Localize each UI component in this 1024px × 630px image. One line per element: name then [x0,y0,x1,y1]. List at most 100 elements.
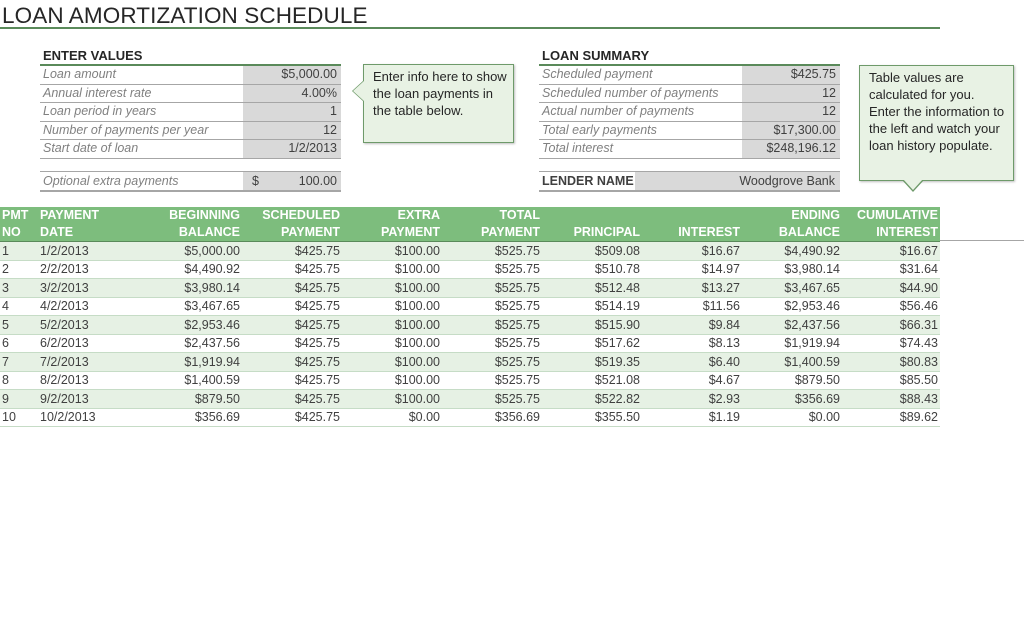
cell-total-payment[interactable]: $356.69 [442,408,542,427]
loan-amount-input[interactable]: $5,000.00 [243,66,341,84]
cell-principal[interactable]: $522.82 [542,389,642,409]
cell-payment-date[interactable]: 10/2/2013 [38,408,118,427]
col-header-interest[interactable]: INTEREST [642,207,742,242]
cell-beginning-balance[interactable]: $5,000.00 [118,241,242,261]
cell-scheduled-payment[interactable]: $425.75 [242,352,342,372]
cell-pmt-no[interactable]: 8 [0,371,38,390]
cell-interest[interactable]: $13.27 [642,278,742,298]
cell-total-payment[interactable]: $525.75 [442,315,542,335]
cell-total-payment[interactable]: $525.75 [442,352,542,372]
cell-interest[interactable]: $4.67 [642,371,742,390]
cell-pmt-no[interactable]: 3 [0,278,38,298]
cell-cumulative-interest[interactable]: $88.43 [842,389,940,409]
cell-ending-balance[interactable]: $2,437.56 [742,315,842,335]
col-header-cumulative-interest[interactable]: CUMULATIVE INTEREST [842,207,940,242]
cell-beginning-balance[interactable]: $879.50 [118,389,242,409]
cell-payment-date[interactable]: 2/2/2013 [38,260,118,279]
cell-extra-payment[interactable]: $0.00 [342,408,442,427]
cell-principal[interactable]: $521.08 [542,371,642,390]
cell-extra-payment[interactable]: $100.00 [342,278,442,298]
cell-beginning-balance[interactable]: $1,400.59 [118,371,242,390]
cell-extra-payment[interactable]: $100.00 [342,389,442,409]
col-header-extra-payment[interactable]: EXTRA PAYMENT [342,207,442,242]
cell-principal[interactable]: $512.48 [542,278,642,298]
cell-extra-payment[interactable]: $100.00 [342,241,442,261]
cell-principal[interactable]: $515.90 [542,315,642,335]
cell-ending-balance[interactable]: $1,400.59 [742,352,842,372]
cell-scheduled-payment[interactable]: $425.75 [242,371,342,390]
cell-scheduled-payment[interactable]: $425.75 [242,389,342,409]
col-header-pmt-no[interactable]: PMT NO [0,207,38,242]
cell-scheduled-payment[interactable]: $425.75 [242,260,342,279]
cell-interest[interactable]: $14.97 [642,260,742,279]
cell-ending-balance[interactable]: $3,980.14 [742,260,842,279]
cell-total-payment[interactable]: $525.75 [442,278,542,298]
cell-beginning-balance[interactable]: $3,467.65 [118,297,242,316]
cell-interest[interactable]: $1.19 [642,408,742,427]
cell-total-payment[interactable]: $525.75 [442,389,542,409]
cell-pmt-no[interactable]: 1 [0,241,38,261]
cell-interest[interactable]: $16.67 [642,241,742,261]
cell-interest[interactable]: $11.56 [642,297,742,316]
cell-cumulative-interest[interactable]: $80.83 [842,352,940,372]
col-header-payment-date[interactable]: PAYMENT DATE [38,207,118,242]
cell-payment-date[interactable]: 3/2/2013 [38,278,118,298]
col-header-principal[interactable]: PRINCIPAL [542,207,642,242]
cell-principal[interactable]: $509.08 [542,241,642,261]
cell-pmt-no[interactable]: 5 [0,315,38,335]
cell-ending-balance[interactable]: $4,490.92 [742,241,842,261]
cell-payment-date[interactable]: 6/2/2013 [38,334,118,353]
cell-interest[interactable]: $2.93 [642,389,742,409]
cell-payment-date[interactable]: 7/2/2013 [38,352,118,372]
col-header-beginning-balance[interactable]: BEGINNING BALANCE [118,207,242,242]
cell-total-payment[interactable]: $525.75 [442,241,542,261]
cell-beginning-balance[interactable]: $2,953.46 [118,315,242,335]
cell-scheduled-payment[interactable]: $425.75 [242,334,342,353]
cell-beginning-balance[interactable]: $2,437.56 [118,334,242,353]
cell-cumulative-interest[interactable]: $56.46 [842,297,940,316]
cell-extra-payment[interactable]: $100.00 [342,352,442,372]
col-header-total-payment[interactable]: TOTAL PAYMENT [442,207,542,242]
cell-scheduled-payment[interactable]: $425.75 [242,241,342,261]
lender-name-input[interactable]: Woodgrove Bank [635,172,840,190]
cell-principal[interactable]: $519.35 [542,352,642,372]
cell-beginning-balance[interactable]: $356.69 [118,408,242,427]
cell-ending-balance[interactable]: $3,467.65 [742,278,842,298]
cell-extra-payment[interactable]: $100.00 [342,315,442,335]
col-header-scheduled-payment[interactable]: SCHEDULED PAYMENT [242,207,342,242]
cell-pmt-no[interactable]: 2 [0,260,38,279]
start-date-input[interactable]: 1/2/2013 [243,140,341,158]
cell-ending-balance[interactable]: $0.00 [742,408,842,427]
cell-total-payment[interactable]: $525.75 [442,334,542,353]
cell-pmt-no[interactable]: 10 [0,408,38,427]
cell-payment-date[interactable]: 8/2/2013 [38,371,118,390]
cell-ending-balance[interactable]: $1,919.94 [742,334,842,353]
interest-rate-input[interactable]: 4.00% [243,84,341,102]
cell-cumulative-interest[interactable]: $16.67 [842,241,940,261]
cell-total-payment[interactable]: $525.75 [442,371,542,390]
cell-principal[interactable]: $355.50 [542,408,642,427]
cell-scheduled-payment[interactable]: $425.75 [242,408,342,427]
cell-pmt-no[interactable]: 7 [0,352,38,372]
cell-interest[interactable]: $8.13 [642,334,742,353]
cell-scheduled-payment[interactable]: $425.75 [242,278,342,298]
cell-payment-date[interactable]: 1/2/2013 [38,241,118,261]
cell-ending-balance[interactable]: $879.50 [742,371,842,390]
cell-principal[interactable]: $510.78 [542,260,642,279]
cell-ending-balance[interactable]: $2,953.46 [742,297,842,316]
cell-interest[interactable]: $9.84 [642,315,742,335]
cell-extra-payment[interactable]: $100.00 [342,260,442,279]
cell-cumulative-interest[interactable]: $89.62 [842,408,940,427]
cell-beginning-balance[interactable]: $1,919.94 [118,352,242,372]
cell-extra-payment[interactable]: $100.00 [342,297,442,316]
cell-pmt-no[interactable]: 9 [0,389,38,409]
col-header-ending-balance[interactable]: ENDING BALANCE [742,207,842,242]
cell-pmt-no[interactable]: 6 [0,334,38,353]
cell-total-payment[interactable]: $525.75 [442,260,542,279]
cell-payment-date[interactable]: 4/2/2013 [38,297,118,316]
cell-interest[interactable]: $6.40 [642,352,742,372]
cell-cumulative-interest[interactable]: $74.43 [842,334,940,353]
cell-extra-payment[interactable]: $100.00 [342,334,442,353]
cell-extra-payment[interactable]: $100.00 [342,371,442,390]
cell-principal[interactable]: $514.19 [542,297,642,316]
